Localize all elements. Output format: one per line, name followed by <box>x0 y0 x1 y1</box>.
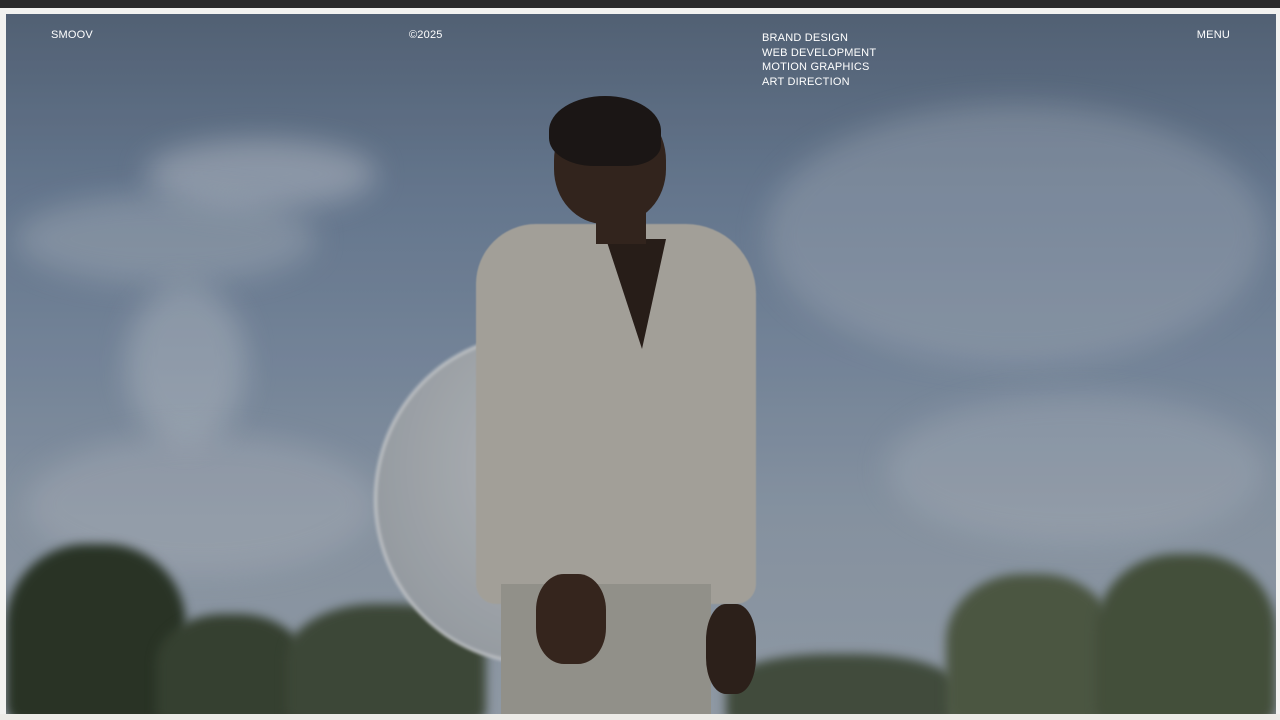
page-bottom-edge <box>0 714 1280 720</box>
site-logo[interactable]: SMOOV <box>51 29 93 41</box>
service-brand-design[interactable]: BRAND DESIGN <box>762 31 876 46</box>
menu-button[interactable]: MENU <box>1197 29 1230 41</box>
browser-top-bar <box>0 0 1280 8</box>
service-art-direction[interactable]: ART DIRECTION <box>762 75 876 90</box>
services-list: BRAND DESIGN WEB DEVELOPMENT MOTION GRAP… <box>762 31 876 89</box>
service-web-development[interactable]: WEB DEVELOPMENT <box>762 46 876 61</box>
copyright-year: ©2025 <box>409 29 443 41</box>
hero-section: SMOOV ©2025 BRAND DESIGN WEB DEVELOPMENT… <box>6 14 1276 714</box>
service-motion-graphics[interactable]: MOTION GRAPHICS <box>762 60 876 75</box>
photo-overlay <box>6 14 1276 714</box>
